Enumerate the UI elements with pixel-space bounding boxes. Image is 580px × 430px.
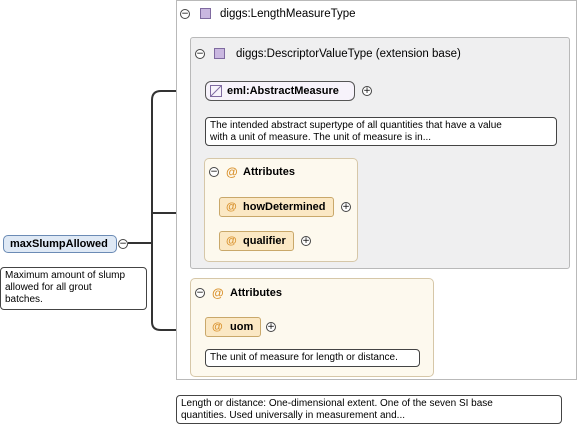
abstract-measure-element[interactable]: eml:AbstractMeasure: [205, 81, 355, 101]
inner-attributes-at-icon: @: [226, 165, 238, 179]
extension-name: diggs:DescriptorValueType (extension bas…: [236, 48, 461, 60]
abstract-measure-label: eml:AbstractMeasure: [227, 85, 339, 97]
attribute-at-icon: @: [226, 235, 237, 247]
uom-expand[interactable]: +: [266, 322, 276, 332]
root-doc: Maximum amount of slump allowed for all …: [0, 267, 147, 310]
attribute-uom-label: uom: [230, 321, 254, 333]
inner-attributes-label: Attributes: [243, 166, 295, 178]
inner-attributes-toggle[interactable]: −: [209, 167, 219, 177]
root-element-label: maxSlumpAllowed: [10, 238, 108, 250]
abstract-measure-doc-line-1: The intended abstract supertype of all q…: [210, 120, 502, 131]
type-doc-line-2: quantities. Used universally in measurem…: [181, 410, 406, 421]
attribute-qualifier[interactable]: @ qualifier: [219, 231, 294, 251]
extension-type-icon: [214, 48, 225, 59]
outer-attributes-at-icon: @: [212, 286, 224, 300]
type-collapse-toggle[interactable]: −: [180, 9, 190, 19]
type-name: diggs:LengthMeasureType: [220, 8, 356, 20]
uom-doc-line: The unit of measure for length or distan…: [210, 352, 398, 363]
root-doc-line-3: batches.: [5, 294, 43, 305]
attribute-howdetermined[interactable]: @ howDetermined: [219, 197, 334, 217]
type-doc: Length or distance: One-dimensional exte…: [176, 395, 562, 424]
outer-attributes-label: Attributes: [230, 287, 282, 299]
attribute-howdetermined-label: howDetermined: [243, 201, 326, 213]
abstract-element-icon: [210, 85, 222, 97]
type-doc-line-1: Length or distance: One-dimensional exte…: [181, 398, 493, 409]
complex-type-icon: [200, 8, 211, 19]
attribute-uom[interactable]: @ uom: [205, 317, 261, 337]
root-doc-line-2: allowed for all grout: [5, 282, 92, 293]
howdetermined-expand[interactable]: +: [341, 202, 351, 212]
root-doc-line-1: Maximum amount of slump: [5, 270, 126, 281]
root-element-maxslumpallowed[interactable]: maxSlumpAllowed: [3, 235, 117, 253]
attribute-at-icon: @: [212, 321, 223, 333]
qualifier-expand[interactable]: +: [301, 236, 311, 246]
abstract-measure-expand[interactable]: +: [362, 86, 372, 96]
attribute-qualifier-label: qualifier: [243, 235, 286, 247]
abstract-measure-doc: The intended abstract supertype of all q…: [205, 117, 557, 146]
uom-doc: The unit of measure for length or distan…: [205, 349, 420, 367]
outer-attributes-toggle[interactable]: −: [195, 288, 205, 298]
attribute-at-icon: @: [226, 201, 237, 213]
abstract-measure-doc-line-2: with a unit of measure. The unit of meas…: [210, 132, 432, 143]
extension-collapse-toggle[interactable]: −: [195, 49, 205, 59]
root-collapse-toggle[interactable]: −: [118, 239, 128, 249]
